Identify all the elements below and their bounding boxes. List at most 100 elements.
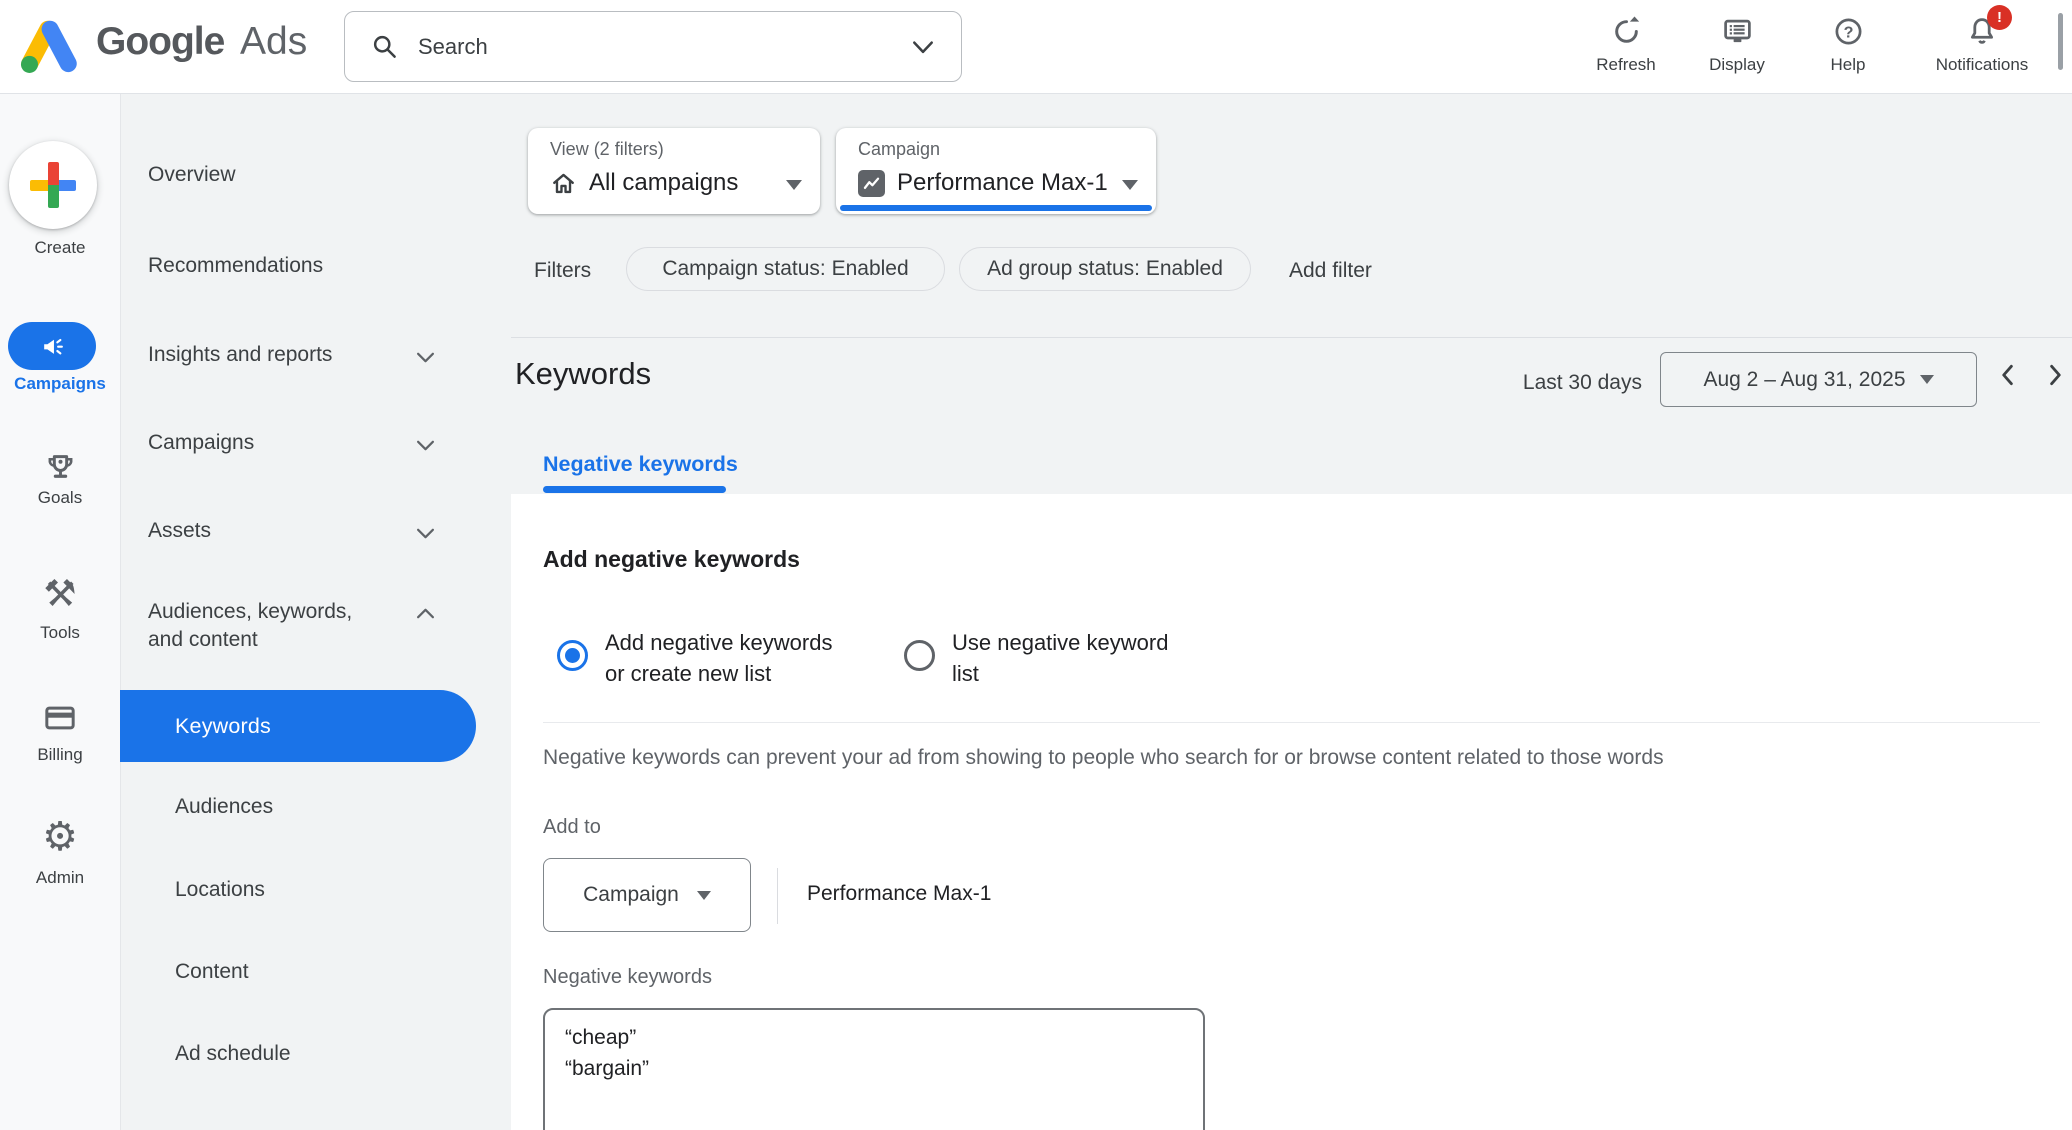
sidebar-item-audiences-keywords-content[interactable]: Audiences, keywords, and content (148, 598, 363, 654)
gear-icon[interactable]: ⚙ (0, 814, 120, 860)
dropdown-arrow-icon (1122, 180, 1138, 190)
help-icon: ? (1798, 13, 1898, 49)
previous-period-button[interactable] (1999, 363, 2015, 387)
dropdown-arrow-icon (1919, 375, 1934, 384)
sidebar-item-keywords-label: Keywords (175, 714, 271, 738)
search-placeholder: Search (418, 33, 488, 59)
add-filter-button[interactable]: Add filter (1289, 259, 1372, 283)
rail-item-campaigns[interactable] (8, 322, 96, 370)
sidebar-item-ad-schedule[interactable]: Ad schedule (175, 1042, 291, 1066)
date-preset-label: Last 30 days (1522, 371, 1642, 394)
campaign-selector-value: Performance Max-1 (897, 169, 1108, 196)
radio-label-line2: or create new list (605, 661, 772, 686)
view-filter-value: All campaigns (589, 169, 739, 196)
refresh-icon (1576, 13, 1676, 49)
chevron-down-icon[interactable] (416, 439, 435, 452)
campaign-selector-label: Campaign (858, 139, 941, 159)
home-icon (553, 173, 574, 193)
negative-keywords-description: Negative keywords can prevent your ad fr… (543, 746, 1664, 769)
date-range-button[interactable]: Aug 2 – Aug 31, 2025 (1660, 352, 1977, 407)
sidebar-item-audiences[interactable]: Audiences (175, 795, 273, 819)
level-select-dropdown[interactable]: Campaign (543, 858, 751, 932)
page-title: Keywords (515, 356, 652, 391)
google-ads-app: { "topbar": { "brand": {"google": "Googl… (0, 0, 2072, 1130)
dropdown-arrow-icon (786, 180, 802, 190)
create-label: Create (34, 238, 86, 257)
brand-google: Google (96, 20, 225, 63)
sidebar-nav: Overview Recommendations Insights and re… (120, 93, 512, 1130)
notification-badge: ! (1987, 5, 2012, 30)
search-icon (373, 35, 396, 58)
tab-negative-keywords[interactable]: Negative keywords (543, 452, 738, 477)
panel-heading: Add negative keywords (543, 546, 800, 572)
notifications-button[interactable]: ! Notifications (1912, 5, 2052, 75)
svg-text:?: ? (1843, 23, 1853, 41)
sidebar-item-assets[interactable]: Assets (148, 519, 211, 543)
chevron-down-icon[interactable] (416, 527, 435, 540)
sidebar-item-recommendations[interactable]: Recommendations (148, 254, 323, 278)
bell-icon: ! (1912, 5, 2052, 49)
dropdown-arrow-icon (696, 890, 711, 900)
help-button[interactable]: ? Help (1798, 13, 1898, 75)
notifications-label: Notifications (1935, 55, 2029, 74)
credit-card-icon[interactable] (0, 699, 120, 737)
active-selector-indicator (840, 205, 1152, 211)
google-ads-logo-icon (20, 20, 77, 73)
rail-label-goals: Goals (37, 488, 83, 507)
navigation-rail: Create Campaigns Goals ⚒ Tools Billing ⚙… (0, 93, 121, 1130)
search-input[interactable]: Search (344, 11, 962, 82)
chevron-down-icon[interactable] (416, 351, 435, 364)
radio-use-negative-keyword-list-label[interactable]: Use negative keyword list (952, 627, 1168, 689)
rail-label-tools: Tools (40, 623, 80, 642)
display-icon (1687, 13, 1787, 49)
chevron-up-icon[interactable] (416, 607, 435, 620)
sidebar-item-overview[interactable]: Overview (148, 163, 236, 187)
display-button[interactable]: Display (1687, 13, 1787, 75)
brand-ads: Ads (240, 20, 308, 63)
radio-label-line2: list (952, 661, 979, 686)
top-app-bar: Google Ads Search Refresh Display ? Help… (0, 0, 2072, 94)
filter-chip-ad-group-status[interactable]: Ad group status: Enabled (959, 247, 1251, 291)
radio-add-negative-keywords[interactable] (557, 640, 588, 671)
chevron-down-icon[interactable] (911, 39, 935, 55)
megaphone-icon (43, 338, 63, 354)
active-tab-indicator (543, 486, 726, 493)
rail-label-billing: Billing (37, 745, 83, 764)
refresh-label: Refresh (1596, 55, 1656, 74)
sidebar-item-locations[interactable]: Locations (175, 878, 265, 902)
filter-chip-campaign-status[interactable]: Campaign status: Enabled (626, 247, 945, 291)
radio-add-negative-keywords-label[interactable]: Add negative keywords or create new list (605, 627, 832, 689)
rail-label-admin: Admin (35, 868, 85, 887)
performance-max-icon (858, 169, 885, 197)
negative-keywords-panel: Add negative keywords Add negative keywo… (511, 494, 2072, 1130)
add-to-label: Add to (543, 816, 601, 838)
help-label: Help (1830, 55, 1866, 74)
view-filter-selector[interactable]: View (2 filters) All campaigns (528, 128, 820, 214)
view-filter-label: View (2 filters) (550, 139, 664, 159)
radio-label-line1: Add negative keywords (605, 630, 833, 655)
rail-label-campaigns: Campaigns (14, 374, 106, 393)
tools-icon[interactable]: ⚒ (0, 571, 120, 615)
radio-label-line1: Use negative keyword (952, 630, 1169, 655)
sidebar-item-insights-and-reports[interactable]: Insights and reports (148, 343, 332, 367)
next-period-button[interactable] (2048, 363, 2064, 387)
scrollbar-thumb[interactable] (2058, 13, 2063, 70)
date-range-value: Aug 2 – Aug 31, 2025 (1703, 367, 1906, 391)
target-campaign-name: Performance Max-1 (807, 882, 992, 905)
refresh-button[interactable]: Refresh (1576, 13, 1676, 75)
radio-use-negative-keyword-list[interactable] (904, 640, 935, 671)
form-divider (543, 722, 2040, 723)
trophy-icon[interactable] (0, 448, 120, 488)
section-divider (511, 337, 2072, 338)
vertical-divider (777, 868, 778, 924)
level-select-value: Campaign (583, 883, 679, 906)
sidebar-item-content[interactable]: Content (175, 960, 249, 984)
negative-keywords-textarea[interactable]: “cheap” “bargain” (543, 1008, 1205, 1130)
sidebar-item-keywords-selected[interactable]: Keywords (120, 690, 476, 762)
display-label: Display (1709, 55, 1765, 74)
campaign-selector[interactable]: Campaign Performance Max-1 (836, 128, 1156, 214)
create-button[interactable] (9, 141, 97, 229)
sidebar-item-campaigns[interactable]: Campaigns (148, 431, 254, 455)
negative-keywords-field-label: Negative keywords (543, 966, 712, 988)
filters-title: Filters (534, 259, 592, 282)
